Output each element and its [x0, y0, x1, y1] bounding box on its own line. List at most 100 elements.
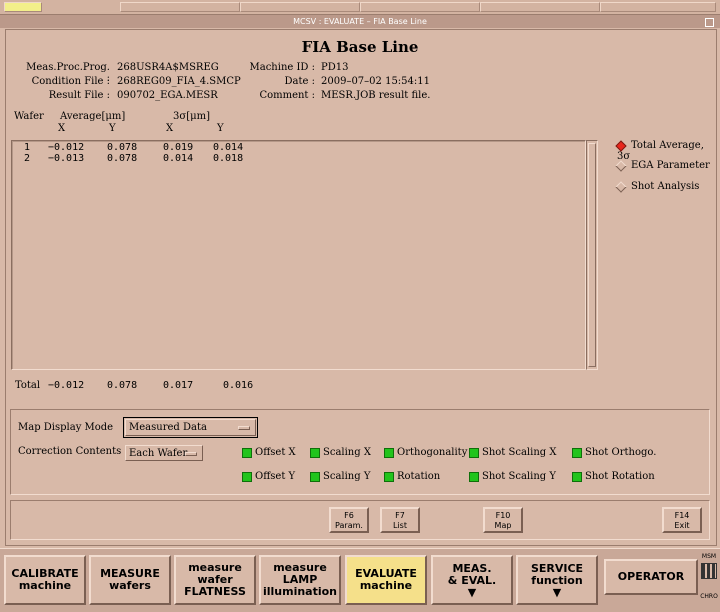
- avg-y-header: Y: [109, 123, 116, 134]
- rotation-checkbox[interactable]: [384, 472, 394, 482]
- offset-x-label: Offset X: [255, 447, 296, 458]
- row-2-sigma-x: 0.014: [163, 153, 194, 164]
- top-bar-segment: [240, 2, 360, 12]
- offset-x-checkbox[interactable]: [242, 448, 252, 458]
- nav-label: illumination: [262, 585, 338, 598]
- row-1-wafer: 1: [24, 142, 31, 153]
- radio-label: Shot Analysis: [631, 181, 700, 192]
- key-code: F6: [344, 511, 354, 520]
- dropdown-value: Measured Data: [129, 422, 207, 433]
- average-header: Average[μm]: [60, 111, 126, 122]
- shot-scaling-y-label: Shot Scaling Y: [482, 471, 556, 482]
- date-value: 2009–07–02 15:54:11: [321, 76, 430, 87]
- key-label: Param.: [335, 521, 363, 530]
- total-label: Total: [15, 380, 41, 391]
- total-sigma-y: 0.016: [223, 380, 254, 391]
- machine-id-value: PD13: [321, 62, 349, 73]
- row-2-sigma-y: 0.018: [213, 153, 244, 164]
- total-sigma-x: 0.017: [163, 380, 194, 391]
- row-2-wafer: 2: [24, 153, 31, 164]
- desktop-top-bar: [0, 0, 720, 15]
- nav-evaluate-machine[interactable]: EVALUATE machine: [345, 555, 427, 605]
- dropdown-bar-icon: [238, 426, 250, 430]
- key-code: F7: [395, 511, 405, 520]
- radio-label: Total Average, 3σ: [617, 140, 704, 162]
- f6-param-button[interactable]: F6 Param.: [329, 507, 369, 533]
- shot-rotation-checkbox[interactable]: [572, 472, 582, 482]
- rotation-label: Rotation: [397, 471, 441, 482]
- map-display-mode-dropdown[interactable]: Measured Data: [123, 417, 258, 438]
- nav-label: function: [531, 573, 583, 587]
- radio-shot-analysis[interactable]: Shot Analysis: [615, 180, 700, 193]
- nav-label: MEAS.: [452, 561, 492, 575]
- scaling-x-checkbox[interactable]: [310, 448, 320, 458]
- orthogonality-checkbox[interactable]: [384, 448, 394, 458]
- row-2-avg-y: 0.078: [107, 153, 138, 164]
- key-label: Map: [494, 521, 512, 530]
- top-bar-segment: [360, 2, 480, 12]
- scaling-x-label: Scaling X: [323, 447, 371, 458]
- nav-measure-wafers[interactable]: MEASURE wafers: [89, 555, 171, 605]
- shot-orthogo-label: Shot Orthogo.: [585, 447, 657, 458]
- radio-ega-parameter[interactable]: EGA Parameter: [615, 159, 710, 172]
- msm-label: MSM: [701, 553, 717, 560]
- shot-scaling-x-label: Shot Scaling X: [482, 447, 557, 458]
- radio-unselected-icon: [615, 180, 627, 193]
- dropdown-bar-icon: [185, 452, 197, 456]
- nav-calibrate-machine[interactable]: CALIBRATE machine: [4, 555, 86, 605]
- nav-measure-wafer-flatness[interactable]: measure wafer FLATNESS: [174, 555, 256, 605]
- results-list[interactable]: [11, 140, 586, 370]
- radio-total-average[interactable]: Total Average, 3σ: [615, 139, 720, 162]
- down-arrow-icon: ▼: [552, 585, 562, 599]
- yellow-indicator: [4, 2, 42, 12]
- row-1-avg-x: −0.012: [48, 142, 85, 153]
- meas-proc-prog-value: 268USR4A$MSREG: [117, 62, 219, 73]
- date-label: Date :: [284, 76, 315, 87]
- offset-y-checkbox[interactable]: [242, 472, 252, 482]
- nav-measure-lamp-illumination[interactable]: measure LAMP illumination: [259, 555, 341, 605]
- side-indicator: MSM CHRO: [698, 553, 720, 600]
- map-display-mode-label: Map Display Mode: [18, 422, 114, 433]
- nav-label: & EVAL.: [447, 573, 497, 587]
- shot-orthogo-checkbox[interactable]: [572, 448, 582, 458]
- shot-scaling-x-checkbox[interactable]: [469, 448, 479, 458]
- row-1-sigma-y: 0.014: [213, 142, 244, 153]
- scrollbar-thumb[interactable]: [588, 143, 596, 367]
- top-bar-segment: [480, 2, 600, 12]
- window-title-bar[interactable]: MCSV : EVALUATE – FIA Base Line: [0, 15, 720, 28]
- condition-file-value: 268REG09_FIA_4.SMCP: [117, 76, 241, 87]
- total-avg-y: 0.078: [107, 380, 138, 391]
- correction-contents-label: Correction Contents: [18, 446, 122, 457]
- sigma-y-header: Y: [217, 123, 224, 134]
- sigma-header: 3σ[μm]: [173, 111, 210, 122]
- avg-x-header: X: [58, 123, 66, 134]
- nav-meas-eval[interactable]: MEAS. & EVAL. ▼: [431, 555, 513, 605]
- machine-id-label: Machine ID :: [249, 62, 316, 73]
- comment-value: MESR.JOB result file.: [321, 90, 431, 101]
- dropdown-value: Each Wafer: [129, 448, 188, 459]
- down-arrow-icon: ▼: [467, 585, 477, 599]
- nav-label: wafers: [109, 579, 151, 592]
- key-code: F10: [495, 511, 511, 520]
- radio-selected-icon: [615, 139, 627, 152]
- window-control-icon[interactable]: [705, 18, 714, 27]
- shot-scaling-y-checkbox[interactable]: [469, 472, 479, 482]
- scaling-y-checkbox[interactable]: [310, 472, 320, 482]
- nav-label: OPERATOR: [617, 570, 685, 583]
- f14-exit-button[interactable]: F14 Exit: [662, 507, 702, 533]
- result-file-label: Result File :: [48, 90, 110, 101]
- condition-file-label: Condition File :: [31, 76, 110, 87]
- nav-service-function[interactable]: SERVICE function ▼: [516, 555, 598, 605]
- key-code: F14: [674, 511, 690, 520]
- nav-label: machine: [359, 579, 413, 592]
- chro-label: CHRO: [700, 593, 718, 600]
- results-scrollbar[interactable]: [586, 140, 598, 370]
- row-1-sigma-x: 0.019: [163, 142, 194, 153]
- f10-map-button[interactable]: F10 Map: [483, 507, 523, 533]
- correction-contents-dropdown[interactable]: Each Wafer: [125, 445, 203, 461]
- grid-icon: [701, 563, 717, 579]
- sigma-x-header: X: [166, 123, 174, 134]
- f7-list-button[interactable]: F7 List: [380, 507, 420, 533]
- radio-unselected-icon: [615, 159, 627, 172]
- nav-operator[interactable]: OPERATOR: [604, 559, 698, 595]
